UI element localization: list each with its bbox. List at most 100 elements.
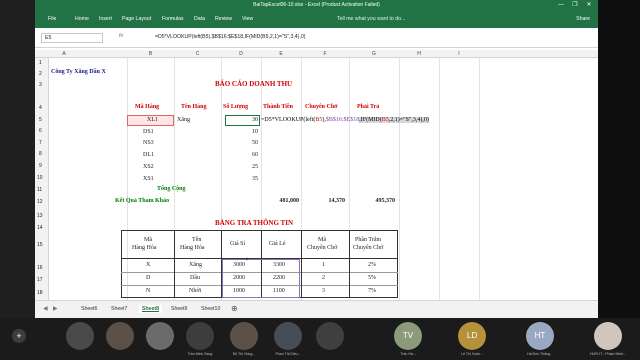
- row-header[interactable]: 16: [37, 264, 43, 273]
- tab-view[interactable]: View: [242, 16, 253, 22]
- lookup-cell[interactable]: 3: [322, 287, 325, 296]
- item-qty[interactable]: 50: [225, 139, 258, 148]
- lookup-cell[interactable]: Nhớt: [189, 287, 201, 296]
- tab-home[interactable]: Home: [75, 16, 89, 22]
- row-header[interactable]: 3: [39, 81, 42, 90]
- sheet-tab-sheet10[interactable]: Sheet10: [201, 306, 220, 312]
- lookup-cell[interactable]: X: [146, 261, 150, 270]
- row-header[interactable]: 13: [37, 212, 43, 221]
- row-header[interactable]: 18: [37, 289, 43, 298]
- tab-data[interactable]: Data: [194, 16, 205, 22]
- tab-insert[interactable]: Insert: [99, 16, 112, 22]
- row-header[interactable]: 7: [39, 139, 42, 148]
- lookup-cell[interactable]: 2%: [368, 261, 376, 270]
- item-code[interactable]: XL1: [147, 116, 158, 125]
- participant-avatar[interactable]: TV: [394, 322, 422, 350]
- row-header[interactable]: 9: [39, 162, 42, 171]
- lookup-cell[interactable]: Dầu: [190, 274, 200, 283]
- lookup-cell[interactable]: N: [146, 287, 150, 296]
- formula-input[interactable]: =D5*VLOOKUP(left(B5),$B$16:$E$18,IF(MID(…: [155, 34, 305, 40]
- row-header[interactable]: 11: [37, 186, 42, 195]
- item-name[interactable]: Xăng: [177, 116, 190, 125]
- row-header[interactable]: 12: [37, 198, 43, 207]
- participant-video[interactable]: [186, 322, 214, 350]
- column-header[interactable]: F: [301, 51, 349, 57]
- lookup-cell[interactable]: 2: [322, 274, 325, 283]
- add-participant-button[interactable]: +: [12, 329, 26, 343]
- item-code[interactable]: XS2: [143, 163, 154, 172]
- participant-avatar[interactable]: LD: [458, 322, 486, 350]
- row-header[interactable]: 1: [39, 59, 42, 68]
- lookup-cell[interactable]: D: [146, 274, 150, 283]
- row-header[interactable]: 6: [39, 127, 42, 136]
- column-header[interactable]: D: [221, 51, 261, 57]
- column-header[interactable]: E: [261, 51, 301, 57]
- column-header[interactable]: C: [174, 51, 221, 57]
- row-header[interactable]: 5: [39, 116, 42, 125]
- participant-video[interactable]: [106, 322, 134, 350]
- tab-page-layout[interactable]: Page Layout: [122, 16, 151, 22]
- lookup-cell[interactable]: 1: [322, 261, 325, 270]
- row-header[interactable]: 8: [39, 150, 42, 159]
- sheet-tab-sheet8[interactable]: Sheet8: [139, 305, 163, 313]
- lookup-cell[interactable]: 2000: [233, 274, 245, 283]
- participant-video[interactable]: [274, 322, 302, 350]
- row-header[interactable]: 17: [37, 276, 43, 285]
- item-qty[interactable]: 35: [225, 175, 258, 184]
- close-button[interactable]: ✕: [584, 1, 594, 10]
- item-qty[interactable]: 25: [225, 163, 258, 172]
- name-box[interactable]: E5: [41, 33, 103, 43]
- tab-review[interactable]: Review: [215, 16, 232, 22]
- sheet-tab-sheet6[interactable]: Sheet6: [81, 306, 97, 312]
- row-header[interactable]: 2: [39, 70, 42, 79]
- cell-e5-formula-edit[interactable]: =D5*VLOOKUP(left(B5),$B$16:$E$18,IF(MID(…: [261, 115, 429, 126]
- fx-icon[interactable]: fx: [119, 33, 123, 39]
- participant-video[interactable]: [66, 322, 94, 350]
- gridline: [479, 58, 480, 300]
- participant-video[interactable]: [316, 322, 344, 350]
- minimize-button[interactable]: —: [556, 1, 566, 10]
- tell-me-search[interactable]: Tell me what you want to do...: [337, 16, 405, 22]
- column-header[interactable]: B: [127, 51, 174, 57]
- scroll-left-icon[interactable]: ◀: [43, 305, 48, 312]
- item-code[interactable]: DL1: [143, 151, 154, 160]
- participant-video[interactable]: [594, 322, 622, 350]
- tab-file[interactable]: File: [48, 16, 56, 22]
- share-button[interactable]: Share: [576, 16, 590, 22]
- row-header[interactable]: 4: [39, 104, 42, 113]
- participant-avatar[interactable]: HT: [526, 322, 554, 350]
- sheet-tab-sheet7[interactable]: Sheet7: [111, 306, 127, 312]
- sheet-tab-sheet9[interactable]: Sheet9: [171, 306, 187, 312]
- column-header[interactable]: I: [439, 51, 479, 57]
- spreadsheet-grid[interactable]: A B C D E F G H I 1 2 3 4 5 6 7 8 9 10 1…: [35, 50, 598, 308]
- lookup-cell[interactable]: 2200: [273, 274, 285, 283]
- column-header[interactable]: G: [349, 51, 399, 57]
- row-header[interactable]: 14: [37, 224, 43, 233]
- lookup-cell[interactable]: 3300: [273, 261, 285, 270]
- item-code[interactable]: XS1: [143, 175, 154, 184]
- lookup-cell[interactable]: Xăng: [189, 261, 202, 270]
- participant-video[interactable]: [230, 322, 258, 350]
- lookup-cell[interactable]: 3000: [233, 261, 245, 270]
- item-qty[interactable]: 60: [225, 151, 258, 160]
- item-qty[interactable]: 30: [225, 116, 258, 125]
- item-code[interactable]: NS3: [143, 139, 154, 148]
- maximize-button[interactable]: ❐: [570, 1, 580, 10]
- lookup-header: Giá Sỉ: [230, 241, 246, 247]
- lookup-cell[interactable]: 5%: [368, 274, 376, 283]
- column-header[interactable]: H: [399, 51, 439, 57]
- row-header[interactable]: 10: [37, 174, 43, 183]
- lookup-cell[interactable]: 7%: [368, 287, 376, 296]
- item-code[interactable]: DS1: [143, 128, 154, 137]
- tab-formulas[interactable]: Formulas: [162, 16, 184, 22]
- participant-name: Phan Thị Diệu...: [275, 352, 301, 356]
- lookup-cell[interactable]: 1100: [273, 287, 285, 296]
- item-qty[interactable]: 10: [225, 128, 258, 137]
- lookup-cell[interactable]: 1000: [233, 287, 245, 296]
- participant-video[interactable]: [146, 322, 174, 350]
- add-sheet-icon[interactable]: ⊕: [231, 304, 238, 313]
- scroll-right-icon[interactable]: ▶: [53, 305, 58, 312]
- row-header[interactable]: 15: [37, 241, 43, 250]
- column-header[interactable]: A: [49, 51, 79, 57]
- header-thanh-tien: Thành Tiền: [263, 104, 293, 110]
